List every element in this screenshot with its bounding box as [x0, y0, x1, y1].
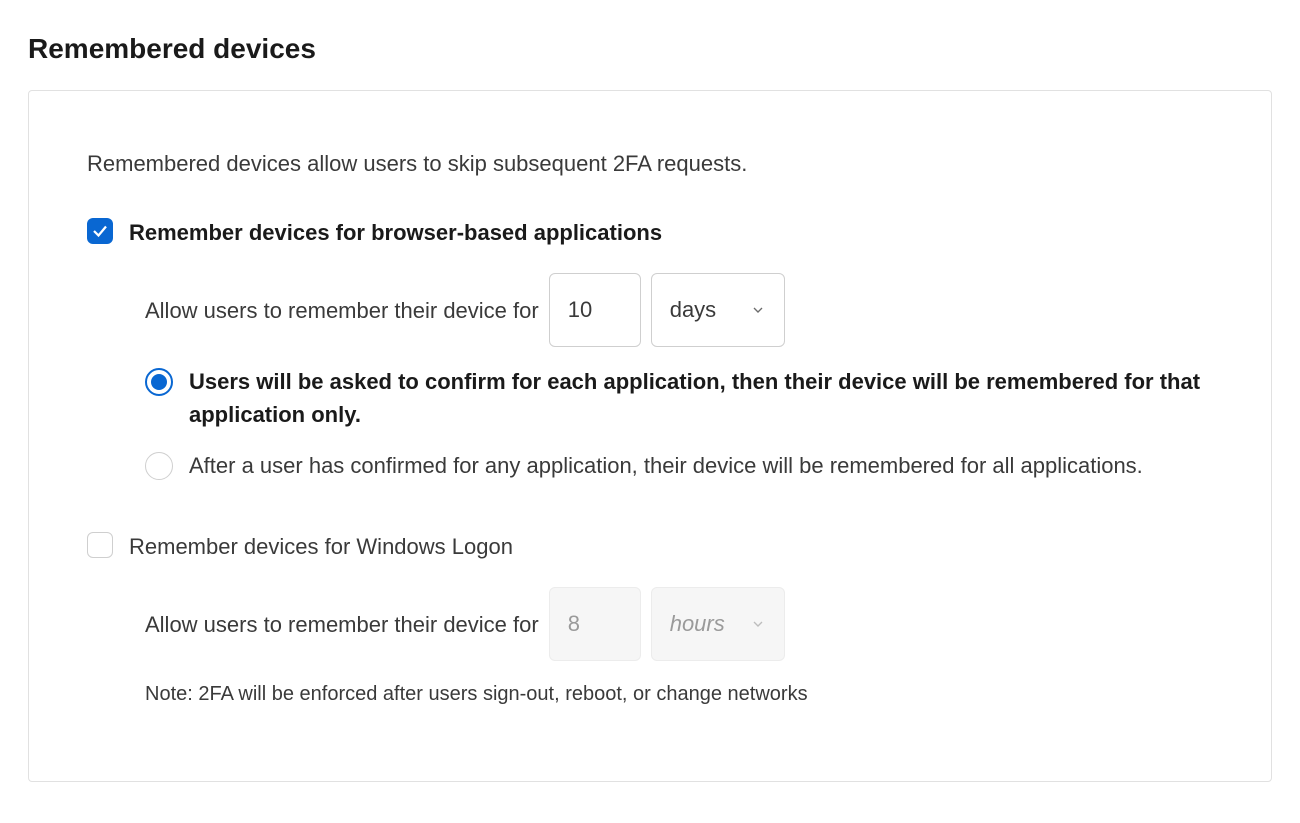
windows-option-row: Remember devices for Windows Logon [87, 530, 1213, 563]
browser-duration-input[interactable] [549, 273, 641, 347]
browser-option-label: Remember devices for browser-based appli… [129, 216, 662, 249]
browser-sub-block: Allow users to remember their device for… [145, 273, 1213, 482]
check-icon [91, 222, 109, 240]
windows-duration-input [549, 587, 641, 661]
browser-option-row: Remember devices for browser-based appli… [87, 216, 1213, 249]
radio-per-app[interactable] [145, 368, 173, 396]
browser-duration-row: Allow users to remember their device for… [145, 273, 1213, 347]
section-intro: Remembered devices allow users to skip s… [87, 147, 1213, 180]
windows-option-label: Remember devices for Windows Logon [129, 530, 513, 563]
browser-duration-prefix: Allow users to remember their device for [145, 294, 539, 327]
radio-all-apps-row: After a user has confirmed for any appli… [145, 449, 1213, 482]
radio-all-apps[interactable] [145, 452, 173, 480]
radio-per-app-row: Users will be asked to confirm for each … [145, 365, 1213, 431]
windows-duration-row: Allow users to remember their device for… [145, 587, 1213, 661]
section-title: Remembered devices [28, 28, 1272, 70]
radio-all-apps-label: After a user has confirmed for any appli… [189, 449, 1143, 482]
windows-sub-block: Allow users to remember their device for… [145, 587, 1213, 709]
windows-duration-unit-label: hours [670, 611, 725, 637]
remembered-devices-card: Remembered devices allow users to skip s… [28, 90, 1272, 782]
browser-checkbox[interactable] [87, 218, 113, 244]
windows-duration-prefix: Allow users to remember their device for [145, 608, 539, 641]
windows-checkbox[interactable] [87, 532, 113, 558]
chevron-down-icon [750, 302, 766, 318]
radio-per-app-label: Users will be asked to confirm for each … [189, 365, 1213, 431]
windows-duration-unit-select: hours [651, 587, 785, 661]
browser-duration-unit-select[interactable]: days [651, 273, 785, 347]
windows-note: Note: 2FA will be enforced after users s… [145, 679, 1213, 709]
browser-duration-unit-label: days [670, 297, 716, 323]
chevron-down-icon [750, 616, 766, 632]
